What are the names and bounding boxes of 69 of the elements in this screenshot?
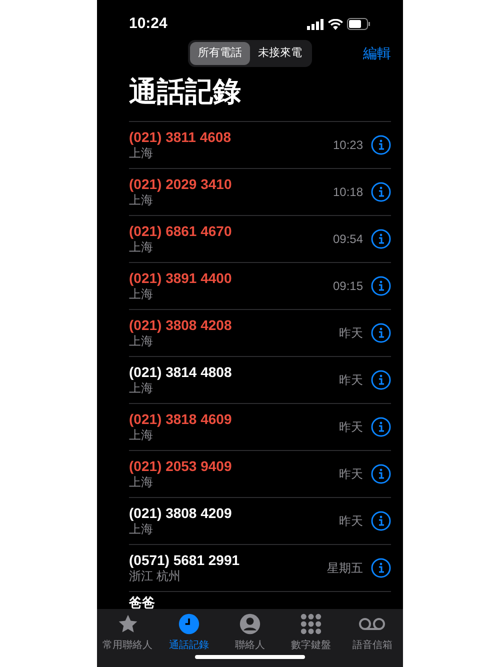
call-row[interactable]: (021) 2053 9409 上海 昨天 — [129, 450, 391, 497]
call-location: 上海 — [129, 193, 154, 208]
phone-number: (021) 3808 4209 — [129, 504, 233, 522]
call-location: 上海 — [129, 381, 154, 396]
call-time: 10:18 — [332, 184, 363, 201]
call-time: 10:23 — [332, 136, 363, 154]
contact-name: 爸爸 — [129, 596, 155, 609]
call-time: 09:54 — [332, 230, 363, 248]
call-row[interactable]: (0571) 5681 2991 浙江 杭州 星期五 — [129, 544, 391, 591]
info-icon[interactable] — [371, 276, 391, 296]
info-icon[interactable] — [371, 228, 391, 249]
call-time: 星期五 — [327, 560, 363, 577]
clock-icon — [178, 612, 200, 635]
segment-tab[interactable]: 所有電話 — [190, 42, 250, 65]
status-time: 10:24 — [129, 14, 168, 34]
phone-number: (021) 6861 4670 — [129, 222, 233, 240]
call-row[interactable]: (021) 3891 4400 上海 09:15 — [129, 262, 391, 309]
info-icon[interactable] — [371, 464, 391, 484]
info-icon[interactable] — [371, 558, 391, 578]
call-location: 上海 — [129, 334, 154, 350]
keypad-icon — [300, 612, 322, 635]
call-row[interactable]: (021) 3818 4609 上海 昨天 — [129, 402, 391, 450]
call-location: 上海 — [129, 522, 154, 538]
phone-number: (021) 3811 4608 — [129, 128, 232, 146]
segment-tab[interactable]: 未接來電 — [250, 42, 310, 65]
tab-bar-item[interactable]: 通話記錄 — [158, 612, 220, 653]
voicemail-icon — [359, 616, 386, 631]
call-location: 上海 — [129, 475, 154, 490]
star-icon — [116, 612, 139, 635]
info-icon[interactable] — [371, 510, 391, 531]
call-time: 昨天 — [339, 466, 363, 483]
call-location: 上海 — [129, 240, 154, 256]
call-time: 09:15 — [332, 278, 363, 295]
call-location: 浙江 杭州 — [129, 569, 182, 584]
call-location: 上海 — [129, 146, 154, 162]
edit-link[interactable]: 編輯 — [363, 43, 391, 64]
phone-number: (0571) 5681 2991 — [129, 552, 241, 570]
phone-number: (021) 3818 4609 — [129, 410, 233, 428]
page-title: 通話記錄 — [128, 74, 242, 109]
phone-number: (021) 2053 9409 — [129, 458, 233, 476]
info-icon[interactable] — [371, 416, 391, 437]
call-location: 上海 — [129, 287, 154, 302]
tab-bar-item[interactable]: 聯絡人 — [219, 612, 281, 653]
call-row[interactable]: (021) 3811 4608 上海 10:23 — [129, 120, 391, 168]
wifi-icon — [328, 18, 343, 30]
call-row[interactable]: (021) 3814 4808 上海 昨天 — [129, 356, 391, 403]
info-icon[interactable] — [371, 322, 391, 343]
person-icon — [239, 612, 261, 635]
phone-number: (021) 2029 3410 — [129, 176, 233, 194]
phone-number: (021) 3891 4400 — [129, 270, 233, 288]
tab-bar-item[interactable]: 常用聯絡人 — [97, 612, 158, 653]
call-row[interactable]: (021) 3808 4209 上海 昨天 — [129, 496, 391, 544]
call-time: 昨天 — [339, 372, 363, 389]
info-icon[interactable] — [371, 370, 391, 390]
info-icon[interactable] — [371, 134, 391, 155]
call-row[interactable]: (021) 2029 3410 上海 10:18 — [129, 168, 391, 215]
phone-number: (021) 3808 4208 — [129, 316, 233, 334]
call-row[interactable]: (021) 3808 4208 上海 昨天 — [129, 308, 391, 356]
call-time: 昨天 — [339, 512, 363, 530]
phone-number: (021) 3814 4808 — [129, 364, 233, 382]
tab-bar-item[interactable]: 語音信箱 — [342, 612, 403, 653]
call-time: 昨天 — [339, 418, 363, 436]
info-icon[interactable] — [371, 182, 391, 202]
battery-icon — [347, 18, 371, 30]
signal-icon — [307, 18, 324, 30]
call-time: 昨天 — [339, 324, 363, 342]
call-location: 上海 — [129, 428, 154, 444]
tab-bar-item[interactable]: 數字鍵盤 — [280, 612, 342, 653]
call-row[interactable]: (021) 6861 4670 上海 09:54 — [129, 214, 391, 262]
